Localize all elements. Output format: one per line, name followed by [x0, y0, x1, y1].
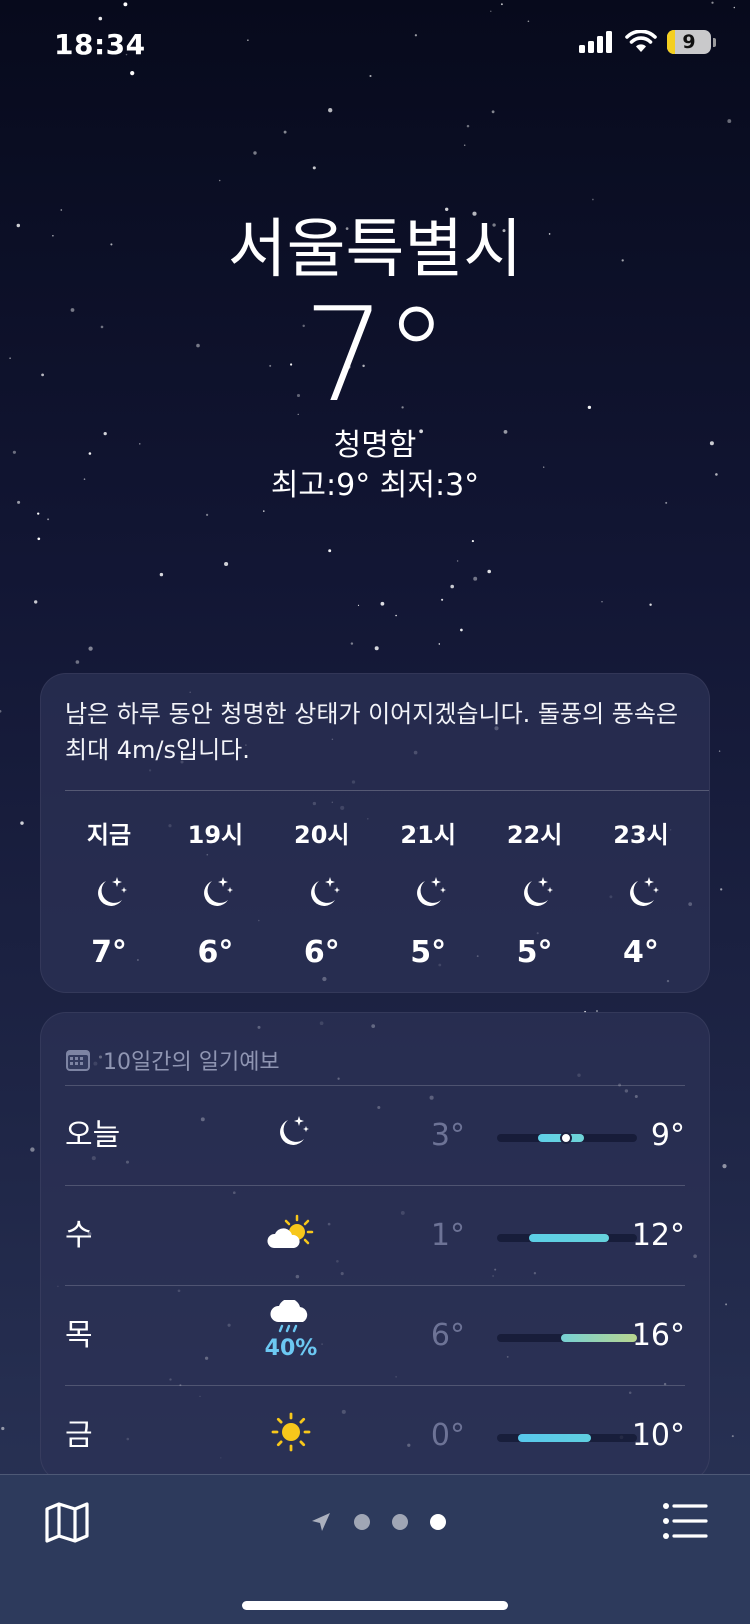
hour-label: 19시 — [187, 821, 244, 849]
location-arrow-icon[interactable] — [310, 1511, 332, 1533]
hour-item: 지금 7° — [57, 819, 161, 973]
page-dot[interactable] — [392, 1514, 408, 1530]
calendar-icon — [66, 1050, 90, 1071]
moon-stars-icon — [408, 873, 448, 913]
city-name: 서울특별시 — [227, 213, 523, 287]
low-temperature: 6° — [430, 1318, 465, 1353]
current-temp-dot — [560, 1132, 572, 1144]
hour-temperature: 6° — [197, 935, 234, 970]
precipitation-chance: 40% — [264, 1336, 318, 1361]
partly-cloudy-sun-icon — [265, 1212, 317, 1256]
divider — [65, 790, 709, 791]
hour-item: 19시 6° — [163, 819, 267, 973]
hour-item: 21시 5° — [376, 819, 480, 973]
page-dot[interactable] — [354, 1514, 370, 1530]
cloud-rain-icon — [269, 1298, 313, 1338]
high-temperature: 12° — [631, 1218, 685, 1253]
wifi-icon — [625, 30, 657, 52]
hour-label: 23시 — [613, 821, 669, 849]
condition-text: 청명함 — [333, 428, 417, 463]
day-icon-group: 40% — [261, 1298, 321, 1362]
daily-list[interactable]: 오늘 3° 9° 수 1° 12° 목 40% 6° 16° 금 0° 10° — [41, 1085, 709, 1481]
battery-icon: 9 — [667, 30, 711, 54]
day-row[interactable]: 오늘 3° 9° — [65, 1085, 685, 1185]
page-indicator[interactable] — [310, 1511, 446, 1533]
list-icon[interactable] — [662, 1501, 708, 1541]
day-icon-group — [261, 1412, 321, 1456]
day-name: 수 — [65, 1218, 93, 1253]
hour-label: 21시 — [400, 821, 456, 849]
hour-label: 20시 — [294, 821, 350, 849]
moon-stars-icon — [302, 873, 342, 913]
moon-stars-icon — [621, 873, 661, 913]
day-name: 목 — [65, 1318, 93, 1353]
battery-level: 9 — [682, 31, 696, 53]
hour-temperature: 5° — [410, 935, 447, 970]
hour-label: 지금 — [86, 821, 132, 849]
map-icon[interactable] — [44, 1499, 90, 1545]
day-icon-group — [261, 1112, 321, 1156]
current-temperature: 7° — [303, 279, 449, 431]
page-dot-active[interactable] — [430, 1514, 446, 1530]
current-weather: 서울특별시 7° 청명함 최고:9° 최저:3° — [0, 210, 750, 506]
hour-label: 22시 — [506, 821, 563, 849]
high-temperature: 16° — [631, 1318, 685, 1353]
day-name: 오늘 — [65, 1118, 121, 1153]
battery-tip — [713, 37, 716, 47]
day-row[interactable]: 수 1° 12° — [65, 1185, 685, 1285]
low-temperature: 3° — [430, 1118, 465, 1153]
cellular-signal-icon — [579, 31, 612, 53]
hour-temperature: 4° — [623, 935, 659, 970]
hour-item: 23시 4° — [589, 819, 693, 973]
hour-item: 22시 5° — [483, 819, 587, 973]
day-row[interactable]: 목 40% 6° 16° — [65, 1285, 685, 1385]
high-temperature: 9° — [650, 1118, 685, 1153]
day-name: 금 — [65, 1418, 93, 1453]
status-bar: 18:34 9 — [0, 0, 750, 90]
hourly-forecast-card[interactable]: 남은 하루 동안 청명한 상태가 이어지겠습니다. 돌풍의 풍속은 최대 4m/… — [40, 673, 710, 993]
moon-stars-icon — [89, 873, 129, 913]
hour-temperature: 6° — [303, 935, 340, 970]
status-icons: 9 — [579, 30, 716, 54]
forecast-summary: 남은 하루 동안 청명한 상태가 이어지겠습니다. 돌풍의 풍속은 최대 4m/… — [65, 700, 679, 764]
moon-stars-icon — [195, 873, 235, 913]
high-temperature: 10° — [631, 1418, 685, 1453]
bottom-toolbar — [0, 1474, 750, 1624]
hourly-list[interactable]: 지금 7° 19시 6° 20시 6° 21시 5° 22시 5° 23시 4° — [41, 819, 709, 973]
high-low-text: 최고:9° 최저:3° — [270, 468, 480, 503]
hour-item: 20시 6° — [270, 819, 374, 973]
daily-forecast-title: 10일간의 일기예보 — [103, 1050, 280, 1075]
day-icon-group — [261, 1212, 321, 1256]
temperature-range-fill — [529, 1234, 609, 1242]
hour-temperature: 5° — [516, 935, 553, 970]
status-time: 18:34 — [54, 28, 146, 61]
home-indicator[interactable] — [242, 1601, 508, 1610]
daily-forecast-header: 10일간의 일기예보 — [41, 1013, 709, 1085]
sun-icon — [271, 1412, 311, 1456]
low-temperature: 0° — [430, 1418, 465, 1453]
moon-stars-icon — [515, 873, 555, 913]
day-row[interactable]: 금 0° 10° — [65, 1385, 685, 1481]
temperature-range-fill — [518, 1434, 591, 1442]
moon-stars-icon — [271, 1112, 311, 1156]
daily-forecast-card[interactable]: 10일간의 일기예보 오늘 3° 9° 수 1° 12° 목 40% 6° 16° 금 0° 10° — [40, 1012, 710, 1482]
low-temperature: 1° — [430, 1218, 465, 1253]
hour-temperature: 7° — [91, 935, 127, 970]
